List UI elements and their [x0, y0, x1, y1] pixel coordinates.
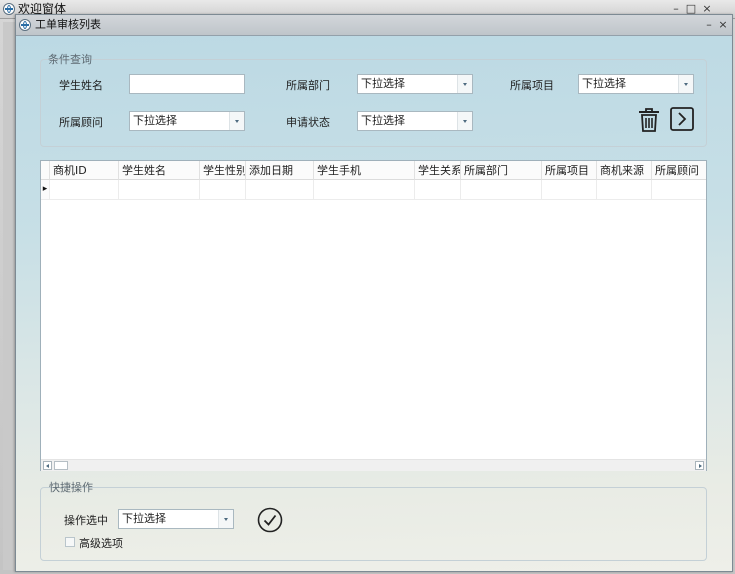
- filter-groupbox: [40, 59, 707, 147]
- chevron-down-icon[interactable]: [457, 112, 472, 130]
- table-cell[interactable]: [200, 180, 246, 200]
- trash-icon: [639, 108, 659, 132]
- student-name-label: 学生姓名: [59, 79, 103, 92]
- department-select-value: 下拉选择: [361, 77, 405, 90]
- scroll-left-icon[interactable]: [43, 461, 52, 470]
- column-header[interactable]: 学生性别: [200, 161, 246, 180]
- column-header[interactable]: 学生关系: [415, 161, 461, 180]
- table-cell[interactable]: [415, 180, 461, 200]
- column-header[interactable]: 所属部门: [461, 161, 542, 180]
- window-titlebar: 工单审核列表 – ×: [16, 15, 732, 36]
- consultant-select-value: 下拉选择: [133, 114, 177, 127]
- window-title: 工单审核列表: [35, 18, 101, 31]
- search-button[interactable]: [670, 107, 694, 131]
- filter-group-title: 条件查询: [48, 53, 92, 66]
- column-header[interactable]: 商机ID: [50, 161, 119, 180]
- advanced-options-checkbox[interactable]: [65, 537, 75, 547]
- department-select[interactable]: 下拉选择: [357, 74, 473, 94]
- chevron-down-icon[interactable]: [218, 510, 233, 528]
- chevron-down-icon[interactable]: [457, 75, 472, 93]
- scroll-thumb[interactable]: [54, 461, 68, 470]
- close-button[interactable]: ×: [716, 18, 730, 31]
- worksheet-grid[interactable]: 商机ID 学生姓名 学生性别 添加日期 学生手机 学生关系 所属部门 所属项目 …: [40, 160, 707, 471]
- table-cell[interactable]: [597, 180, 652, 200]
- operation-select[interactable]: 下拉选择: [118, 509, 234, 529]
- column-header[interactable]: 所属项目: [542, 161, 597, 180]
- row-header-corner: [41, 161, 50, 180]
- column-header[interactable]: 添加日期: [246, 161, 314, 180]
- consultant-select[interactable]: 下拉选择: [129, 111, 245, 131]
- chevron-down-icon[interactable]: [229, 112, 244, 130]
- project-select[interactable]: 下拉选择: [578, 74, 694, 94]
- consultant-label: 所属顾问: [59, 116, 103, 129]
- table-cell[interactable]: [246, 180, 314, 200]
- app-icon: [3, 3, 15, 15]
- student-name-input[interactable]: [129, 74, 245, 94]
- column-header[interactable]: 所属顾问: [652, 161, 706, 180]
- column-header[interactable]: 学生手机: [314, 161, 415, 180]
- operation-select-value: 下拉选择: [122, 512, 166, 525]
- check-circle-icon: [257, 507, 283, 533]
- status-label: 申请状态: [286, 116, 330, 129]
- table-cell[interactable]: [50, 180, 119, 200]
- scroll-right-icon[interactable]: [695, 461, 704, 470]
- confirm-operation-button[interactable]: [257, 507, 283, 533]
- app-icon: [19, 19, 31, 31]
- operation-label: 操作选中: [64, 514, 108, 527]
- minimize-button[interactable]: –: [702, 18, 716, 31]
- table-cell[interactable]: [314, 180, 415, 200]
- project-select-value: 下拉选择: [582, 77, 626, 90]
- department-label: 所属部门: [286, 79, 330, 92]
- chevron-down-icon[interactable]: [678, 75, 693, 93]
- chevron-right-icon: [670, 107, 694, 131]
- column-header[interactable]: 商机来源: [597, 161, 652, 180]
- row-indicator[interactable]: ▸: [41, 180, 50, 200]
- column-header[interactable]: 学生姓名: [119, 161, 200, 180]
- table-cell[interactable]: [461, 180, 542, 200]
- clear-filter-button[interactable]: [636, 106, 662, 134]
- advanced-options-label: 高级选项: [79, 537, 123, 550]
- table-cell[interactable]: [652, 180, 706, 200]
- project-label: 所属项目: [510, 79, 554, 92]
- status-select[interactable]: 下拉选择: [357, 111, 473, 131]
- grid-horizontal-scrollbar[interactable]: [41, 459, 706, 471]
- quick-ops-group-title: 快捷操作: [49, 481, 93, 494]
- table-cell[interactable]: [119, 180, 200, 200]
- status-select-value: 下拉选择: [361, 114, 405, 127]
- table-cell[interactable]: [542, 180, 597, 200]
